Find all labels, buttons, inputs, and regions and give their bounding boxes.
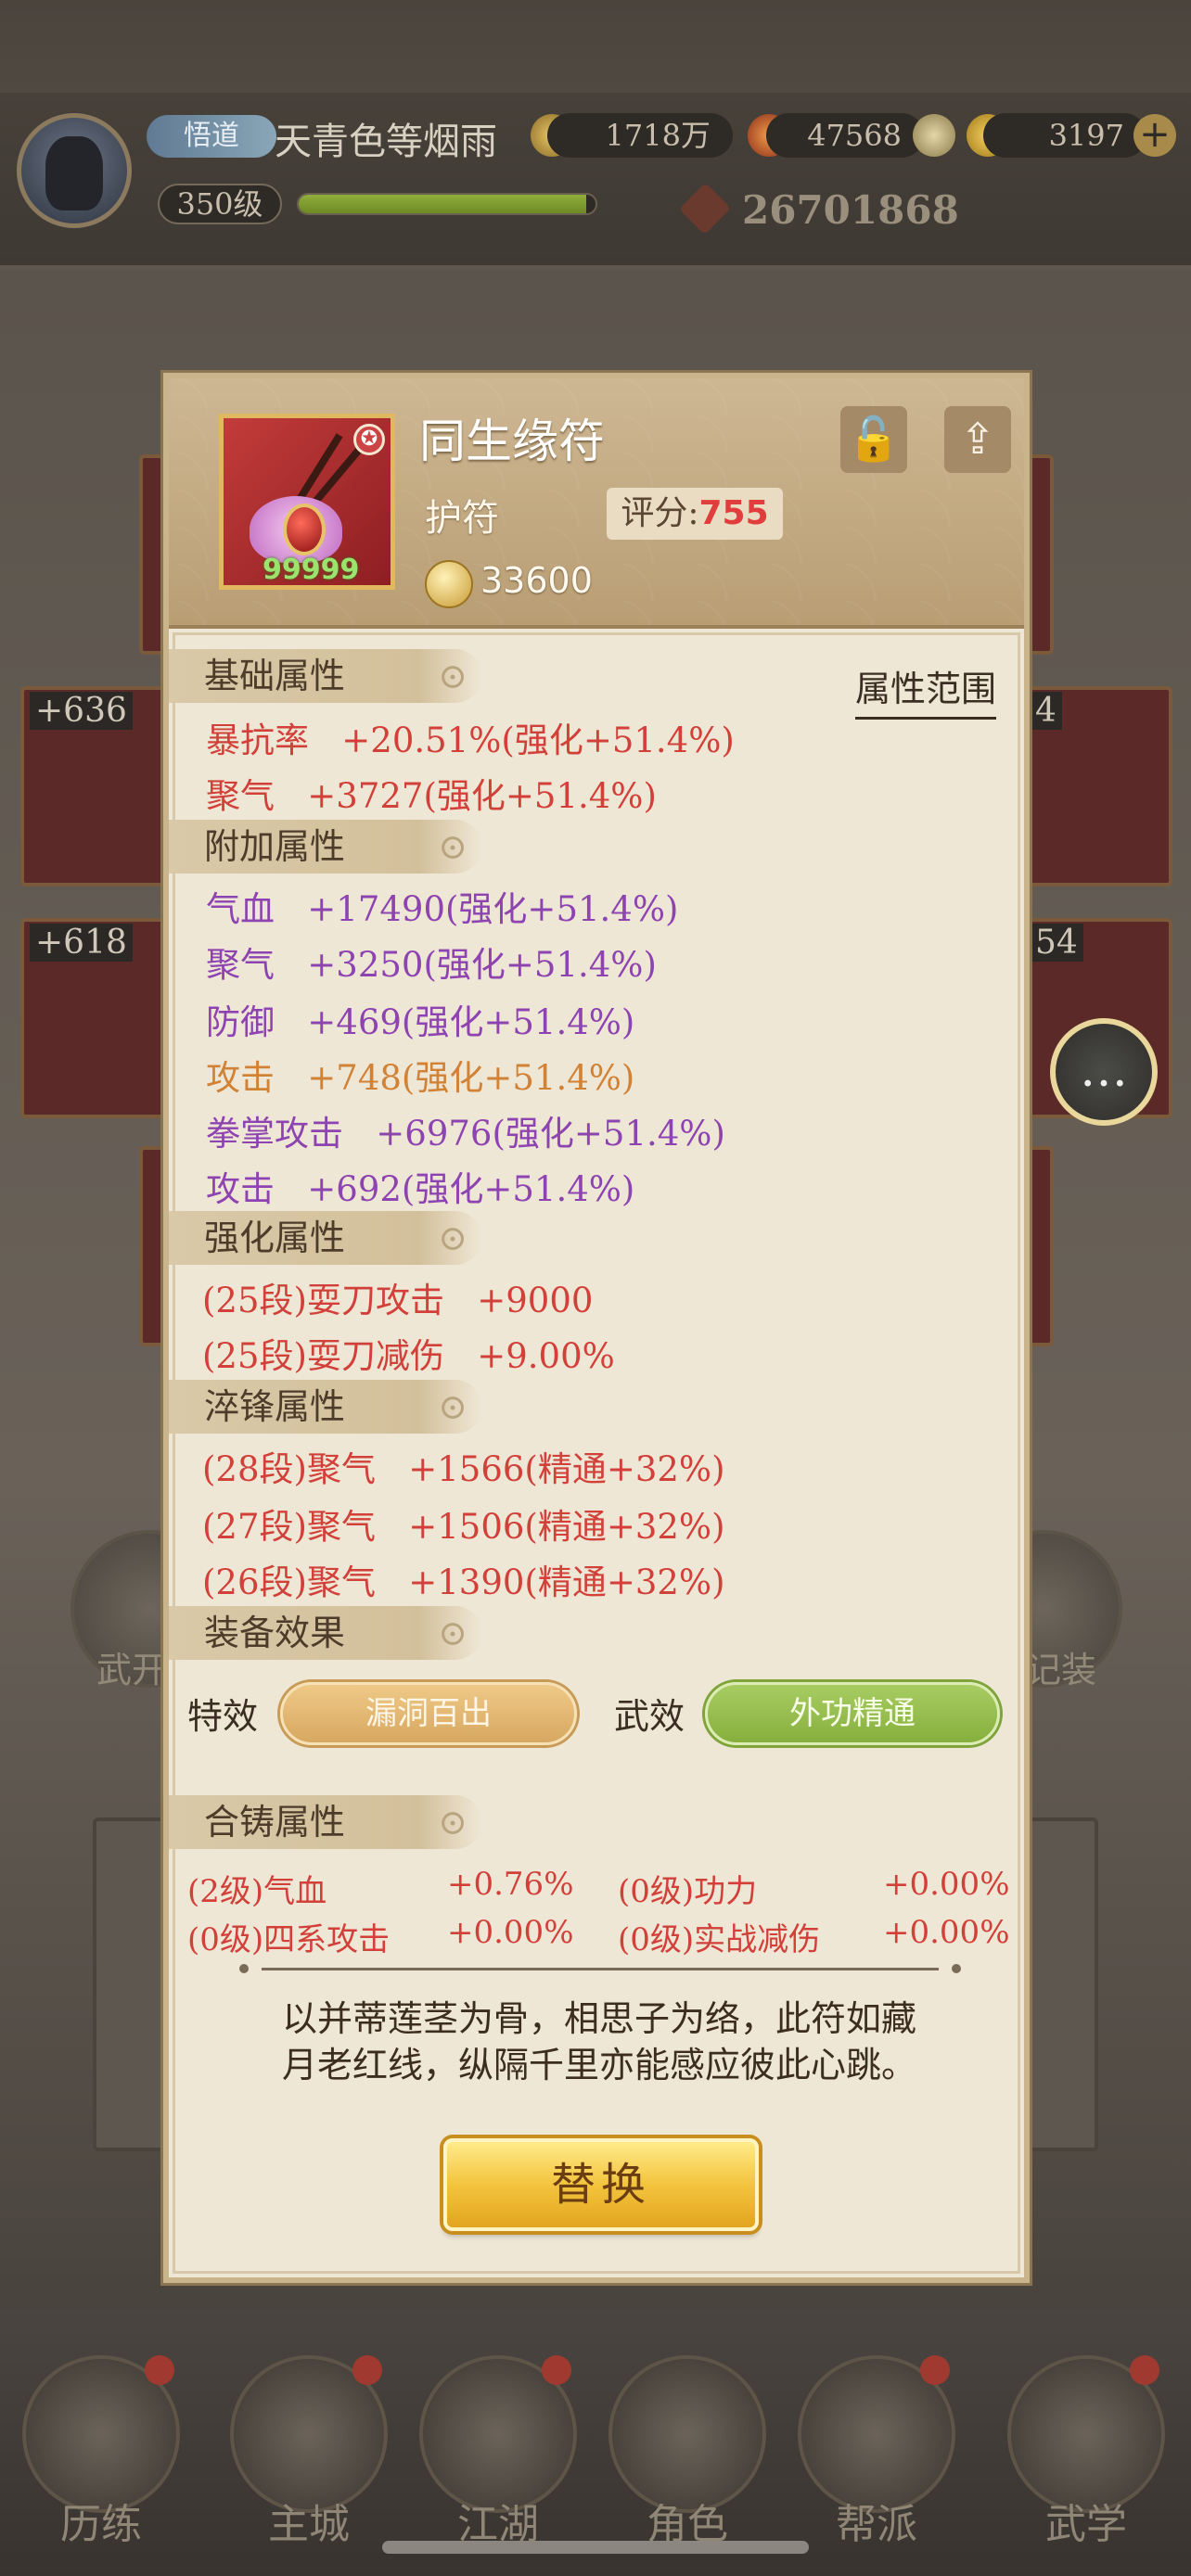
chat-icon[interactable]: … bbox=[1050, 1018, 1158, 1126]
player-avatar[interactable] bbox=[17, 113, 132, 228]
cast-attr-name: (0级)实战减伤 bbox=[618, 1921, 821, 1958]
item-icon-frame: ✪ 99999 bbox=[219, 414, 395, 590]
extra-attr-row: 拳掌攻击 +6976(强化+51.4%) bbox=[206, 1114, 725, 1154]
nav-item-guild[interactable]: 帮派 bbox=[788, 2355, 965, 2550]
notification-dot bbox=[145, 2355, 174, 2385]
base-attr-row: 暴抗率 +20.51%(强化+51.4%) bbox=[206, 721, 735, 760]
extra-attr-row: 攻击 +748(强化+51.4%) bbox=[206, 1058, 635, 1098]
item-attributes: 基础属性 属性范围 暴抗率 +20.51%(强化+51.4%) 聚气 +3727… bbox=[169, 629, 1024, 2277]
cast-attr-name: (2级)气血 bbox=[187, 1873, 327, 1910]
extra-attr-row: 攻击 +692(强化+51.4%) bbox=[206, 1169, 635, 1209]
replace-button[interactable]: 替换 bbox=[443, 2138, 759, 2231]
bg-panel-left bbox=[93, 1817, 171, 2151]
nav-item-city[interactable]: 主城 bbox=[221, 2355, 397, 2550]
notification-dot bbox=[920, 2355, 950, 2385]
share-icon[interactable]: ⇪ bbox=[944, 406, 1011, 473]
ingot-silver-icon bbox=[913, 114, 955, 157]
red-gem-icon bbox=[283, 504, 326, 555]
temper-attr-row: (27段)聚气 +1506(精通+32%) bbox=[202, 1507, 725, 1547]
cast-attr-name: (0级)功力 bbox=[618, 1873, 758, 1910]
side-label-left: 武开 bbox=[96, 1650, 168, 1690]
item-detail-panel: ✪ 99999 同生缘符 护符 评分:755 33600 🔓 ⇪ 基础属性 属性… bbox=[163, 373, 1030, 2283]
martial-effect-label: 武效 bbox=[614, 1696, 685, 1737]
section-enhance-attrs: 强化属性 bbox=[169, 1211, 482, 1265]
section-cast-attrs: 合铸属性 bbox=[169, 1795, 482, 1849]
rank-badge: 悟道 bbox=[147, 115, 276, 158]
side-label-right: 记装 bbox=[1026, 1650, 1097, 1690]
equip-slot-bg[interactable]: +618 bbox=[20, 918, 178, 1118]
item-price: 33600 bbox=[480, 560, 593, 601]
temper-attr-row: (26段)聚气 +1390(精通+32%) bbox=[202, 1562, 725, 1602]
extra-attr-row: 聚气 +3250(强化+51.4%) bbox=[206, 945, 657, 985]
coin-icon bbox=[425, 560, 473, 608]
item-name: 同生缘符 bbox=[419, 414, 605, 468]
section-temper-attrs: 淬锋属性 bbox=[169, 1380, 482, 1434]
special-effect-label: 特效 bbox=[187, 1696, 259, 1737]
item-header: ✪ 99999 同生缘符 护符 评分:755 33600 🔓 ⇪ bbox=[169, 378, 1024, 629]
temper-attr-row: (28段)聚气 +1566(精通+32%) bbox=[202, 1449, 725, 1489]
cast-attr-name: (0级)四系攻击 bbox=[187, 1921, 391, 1958]
nav-item-character[interactable]: 角色 bbox=[599, 2355, 775, 2550]
exp-bar bbox=[297, 193, 597, 215]
nav-item-martial[interactable]: 武学 bbox=[998, 2355, 1174, 2550]
resource-2-amount: 47568 bbox=[766, 113, 924, 158]
section-base-attrs: 基础属性 bbox=[169, 649, 482, 703]
bg-panel-right bbox=[1020, 1817, 1098, 2151]
score-value: 755 bbox=[698, 494, 769, 532]
item-description: 以并蒂莲茎为骨，相思子为络，此符如藏 月老红线，纵隔千里亦能感应彼此心跳。 bbox=[281, 1998, 916, 2085]
score-label: 评分: bbox=[621, 494, 699, 532]
cast-attr-value: +0.00% bbox=[883, 1914, 1010, 1951]
silver-amount: 1718万 bbox=[547, 113, 733, 158]
item-type: 护符 bbox=[425, 497, 499, 540]
divider bbox=[239, 1964, 961, 1973]
enhance-attr-row: (25段)耍刀减伤 +9.00% bbox=[202, 1336, 615, 1376]
nav-item-jianghu[interactable]: 江湖 bbox=[410, 2355, 586, 2550]
home-indicator[interactable] bbox=[382, 2541, 809, 2554]
equip-slot-bg[interactable]: +636 bbox=[20, 686, 178, 886]
player-level: 350级 bbox=[158, 184, 282, 224]
martial-effect-button[interactable]: 外功精通 bbox=[705, 1682, 1000, 1745]
extra-attr-row: 防御 +469(强化+51.4%) bbox=[206, 1002, 635, 1042]
special-effect-button[interactable]: 漏洞百出 bbox=[280, 1682, 577, 1745]
cast-attr-value: +0.00% bbox=[447, 1914, 574, 1951]
cast-attr-value: +0.76% bbox=[447, 1866, 574, 1903]
section-equip-effect: 装备效果 bbox=[169, 1606, 482, 1660]
cast-attr-value: +0.00% bbox=[883, 1866, 1010, 1903]
player-name: 天青色等烟雨 bbox=[275, 121, 497, 163]
notification-dot bbox=[352, 2355, 382, 2385]
attr-range-link[interactable]: 属性范围 bbox=[854, 660, 996, 720]
equip-slot-bg[interactable]: 4 bbox=[1020, 686, 1172, 886]
plus-icon[interactable]: + bbox=[1133, 114, 1176, 157]
item-count: 99999 bbox=[263, 554, 360, 586]
star-badge-icon: ✪ bbox=[353, 424, 385, 455]
notification-dot bbox=[542, 2355, 571, 2385]
extra-attr-row: 气血 +17490(强化+51.4%) bbox=[206, 889, 679, 929]
nav-item-training[interactable]: 历练 bbox=[13, 2355, 189, 2550]
combat-power: 26701868 bbox=[742, 187, 959, 233]
item-score: 评分:755 bbox=[607, 488, 783, 540]
lock-icon[interactable]: 🔓 bbox=[840, 406, 907, 473]
section-extra-attrs: 附加属性 bbox=[169, 820, 482, 874]
gold-amount: 3197 bbox=[983, 113, 1146, 158]
base-attr-row: 聚气 +3727(强化+51.4%) bbox=[206, 776, 657, 816]
enhance-attr-row: (25段)耍刀攻击 +9000 bbox=[202, 1281, 594, 1320]
notification-dot bbox=[1130, 2355, 1159, 2385]
